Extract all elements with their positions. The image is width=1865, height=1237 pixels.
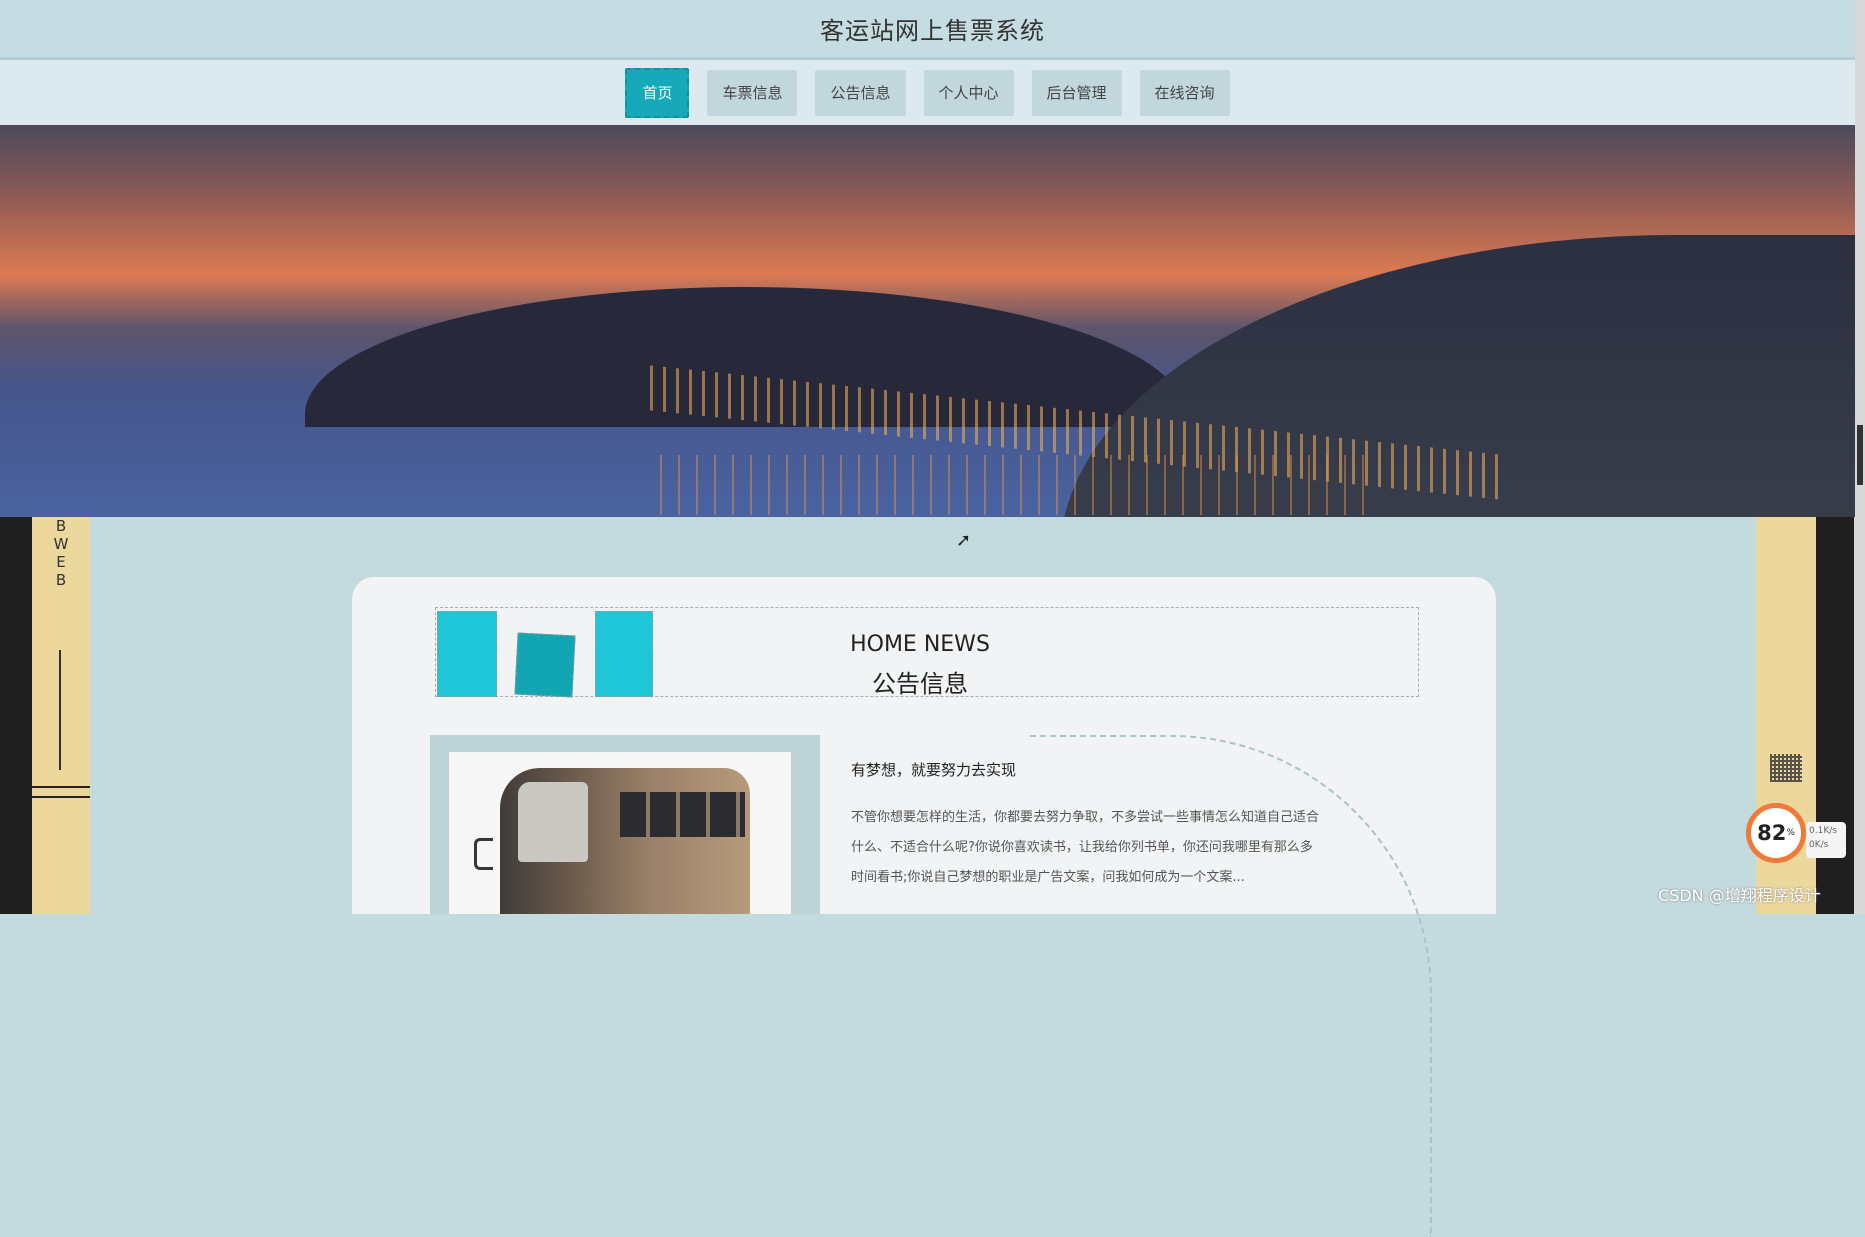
article-title[interactable]: 有梦想，就要努力去实现 [851,759,1016,780]
network-speed-badge[interactable]: 82% [1746,803,1806,863]
header-bar: 客运站网上售票系统 [0,0,1865,60]
scrollbar-thumb[interactable] [1857,425,1863,485]
news-title-en: HOME NEWS [850,632,990,657]
speed-unit: % [1786,828,1795,838]
network-speed-panel: 0.1K/s 0K/s [1806,822,1846,858]
nav-item-admin[interactable]: 后台管理 [1031,69,1122,116]
decor-square-3 [595,611,653,697]
nav-item-personal-center[interactable]: 个人中心 [923,69,1014,116]
main-nav: 首页 车票信息 公告信息 个人中心 后台管理 在线咨询 [0,60,1855,125]
decor-square-1 [437,611,497,697]
banner-water-reflection [660,455,1380,515]
nav-item-tickets[interactable]: 车票信息 [707,69,798,116]
left-vertical-text: B W E B [53,517,69,589]
hero-banner-image [0,125,1855,517]
article-excerpt: 不管你想要怎样的生活，你都要去努力争取，不多尝试一些事情怎么知道自己适合什么、不… [851,810,1320,885]
watermark: CSDN @增翔程序设计 [1658,886,1821,905]
mouse-cursor-icon: ➚ [956,530,972,551]
nav-item-home[interactable]: 首页 [625,67,690,118]
speed-down: 0K/s [1809,840,1829,850]
nav-item-online-consult[interactable]: 在线咨询 [1139,69,1230,116]
left-dark-strip [0,517,32,914]
bus-windshield [518,782,588,862]
bus-side-windows [620,792,745,837]
nav-item-announcements[interactable]: 公告信息 [815,69,906,116]
site-title: 客运站网上售票系统 [820,17,1045,45]
grid-pattern-icon [1770,754,1802,782]
left-double-line [30,786,90,798]
news-title-cn: 公告信息 [872,670,968,698]
left-vertical-line [59,650,61,770]
speed-up: 0.1K/s [1809,826,1837,836]
decor-square-2 [514,632,576,698]
speed-value: 82 [1757,821,1787,845]
bus-mirror [474,838,493,870]
